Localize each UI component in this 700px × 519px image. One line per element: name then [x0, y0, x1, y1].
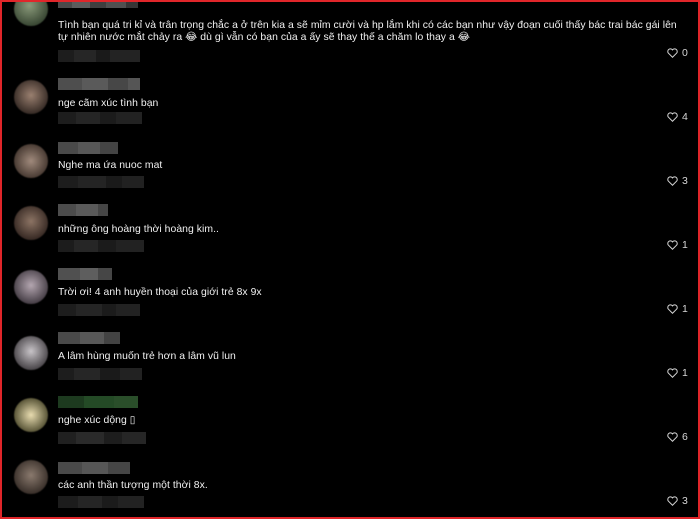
comment-meta-blurred: [58, 368, 142, 380]
username-blurred[interactable]: [58, 268, 112, 280]
comment-item: nghe xúc dộng ▯ 6: [2, 388, 698, 452]
comment-panel: Tình bạn quá tri kỉ và trân trọng chắc a…: [0, 0, 700, 519]
comment-meta-blurred: [58, 176, 144, 188]
like-button[interactable]: 3: [667, 174, 691, 188]
comment-meta-blurred: [58, 112, 142, 124]
like-button[interactable]: 0: [667, 46, 691, 60]
comment-item: những ông hoàng thời hoàng kim.. 1: [2, 196, 698, 260]
comment-item: Tình bạn quá tri kỉ và trân trọng chắc a…: [2, 2, 698, 68]
comment-text: nghe xúc dộng ▯: [58, 415, 668, 427]
avatar[interactable]: [14, 80, 48, 114]
comment-item: Trời ơi! 4 anh huyền thoại của giới trẻ …: [2, 260, 698, 324]
avatar[interactable]: [14, 398, 48, 432]
comment-meta-blurred: [58, 50, 140, 62]
like-button[interactable]: 1: [667, 302, 691, 316]
username-blurred[interactable]: [58, 142, 118, 154]
heart-outline-icon: [667, 48, 678, 58]
avatar[interactable]: [14, 270, 48, 304]
comment-item: A lâm hùng muốn trẻ hơn a lâm vũ lun 1: [2, 324, 698, 388]
like-button[interactable]: 1: [667, 366, 691, 380]
like-count: 3: [682, 175, 688, 187]
comment-text-line: A lâm hùng muốn trẻ hơn a lâm vũ lun: [58, 351, 236, 362]
comment-text: Trời ơi! 4 anh huyền thoại của giới trẻ …: [58, 287, 668, 299]
like-count: 1: [682, 367, 688, 379]
comment-text: những ông hoàng thời hoàng kim..: [58, 224, 668, 236]
heart-outline-icon: [667, 176, 678, 186]
comment-text-line: Trời ơi! 4 anh huyền thoại của giới trẻ …: [58, 287, 262, 298]
avatar[interactable]: [14, 336, 48, 370]
heart-outline-icon: [667, 112, 678, 122]
heart-outline-icon: [667, 240, 678, 250]
like-button[interactable]: 4: [667, 110, 691, 124]
avatar[interactable]: [14, 206, 48, 240]
comment-item: nge cãm xúc tình bạn 4: [2, 68, 698, 132]
username-blurred[interactable]: [58, 78, 140, 90]
username-blurred[interactable]: [58, 204, 108, 216]
comment-meta-blurred: [58, 432, 146, 444]
comment-text-line: Nghe ma ứa nuoc mat: [58, 160, 163, 171]
username-blurred[interactable]: [58, 332, 120, 344]
comment-meta-blurred: [58, 496, 144, 508]
comment-item: Nghe ma ứa nuoc mat 3: [2, 132, 698, 196]
comment-text-line: nge cãm xúc tình bạn: [58, 98, 159, 109]
comment-item: các anh thần tượng một thời 8x. 3: [2, 452, 698, 517]
comment-text: Nghe ma ứa nuoc mat: [58, 160, 668, 172]
like-count: 4: [682, 111, 688, 123]
comment-text-line: những ông hoàng thời hoàng kim..: [58, 224, 219, 235]
comment-meta-blurred: [58, 304, 140, 316]
comment-text: Tình bạn quá tri kỉ và trân trọng chắc a…: [58, 20, 677, 44]
avatar[interactable]: [14, 144, 48, 178]
comment-text-line: Tình bạn quá tri kỉ và trân trọng chắc a…: [58, 20, 677, 31]
comment-text-line: các anh thần tượng một thời 8x.: [58, 480, 208, 491]
like-count: 6: [682, 431, 688, 443]
comment-text-line: tự nhiên nước mắt chảy ra 😂 dù gì vẫn có…: [58, 32, 470, 43]
like-count: 1: [682, 303, 688, 315]
like-button[interactable]: 1: [667, 238, 691, 252]
username-blurred[interactable]: [58, 396, 138, 408]
comment-text-line: nghe xúc dộng ▯: [58, 415, 136, 426]
like-count: 3: [682, 495, 688, 507]
heart-outline-icon: [667, 496, 678, 506]
like-button[interactable]: 6: [667, 430, 691, 444]
username-blurred[interactable]: [58, 2, 138, 8]
like-button[interactable]: 3: [667, 494, 691, 508]
comment-text: A lâm hùng muốn trẻ hơn a lâm vũ lun: [58, 351, 668, 363]
avatar[interactable]: [14, 2, 48, 26]
comment-text: nge cãm xúc tình bạn: [58, 98, 668, 110]
heart-outline-icon: [667, 432, 678, 442]
comment-meta-blurred: [58, 240, 144, 252]
heart-outline-icon: [667, 304, 678, 314]
like-count: 1: [682, 239, 688, 251]
comment-text: các anh thần tượng một thời 8x.: [58, 480, 668, 492]
avatar[interactable]: [14, 460, 48, 494]
like-count: 0: [682, 47, 688, 59]
heart-outline-icon: [667, 368, 678, 378]
username-blurred[interactable]: [58, 462, 130, 474]
